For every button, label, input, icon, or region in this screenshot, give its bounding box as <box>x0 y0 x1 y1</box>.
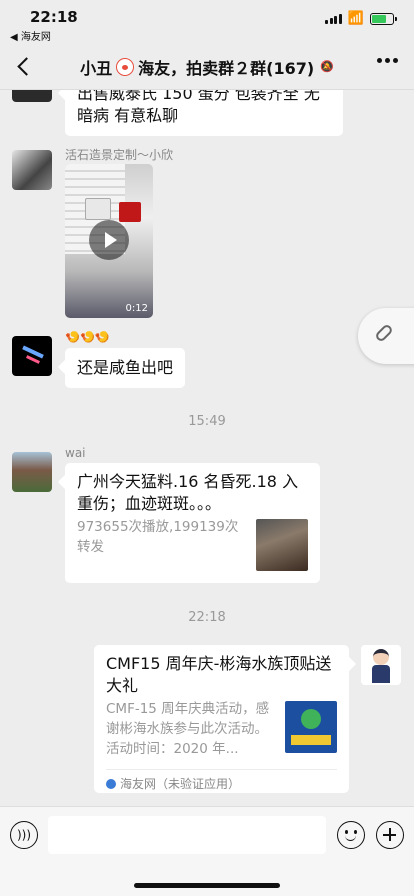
avatar[interactable] <box>12 90 52 102</box>
battery-icon <box>370 12 397 25</box>
status-icons: 📶 <box>325 11 397 26</box>
play-icon[interactable] <box>89 220 129 260</box>
card-thumbnail <box>285 701 337 753</box>
chat-title: 小丑 海友，拍卖群２群(167) 🔕 <box>80 55 334 79</box>
message-bubble[interactable]: 还是咸鱼出吧 <box>65 348 186 388</box>
mute-icon: 🔕 <box>320 60 334 73</box>
card-source-label: 海友网（未验证应用） <box>120 777 241 791</box>
link-card[interactable]: CMF15 周年庆-彬海水族顶贴送大礼 CMF-15 周年庆典活动，感谢彬海水族… <box>94 645 349 793</box>
status-bar: 22:18 ◀ 海友网 📶 <box>0 0 414 44</box>
message-text: 出售威泰氏 150 蛋分 包装齐全 无暗病 有意私聊 <box>77 90 320 125</box>
signal-icon <box>325 13 342 24</box>
video-message[interactable]: 0:12 <box>65 164 153 318</box>
message-text: 还是咸鱼出吧 <box>77 358 174 377</box>
time-separator: 22:18 <box>188 610 226 625</box>
chat-title-suffix: 海友，拍卖群２群(167) <box>138 58 315 78</box>
card-description: CMF-15 周年庆典活动，感谢彬海水族参与此次活动。活动时间：2020 年..… <box>106 701 270 757</box>
plus-icon[interactable] <box>376 821 404 849</box>
avatar[interactable] <box>361 645 401 685</box>
input-bar: ))) <box>0 806 414 896</box>
chat-messages[interactable]: 出售威泰氏 150 蛋分 包装齐全 无暗病 有意私聊 活石造景定制～小欣 0:1… <box>0 90 414 806</box>
link-card[interactable]: 广州今天猛料.16 名昏死.18 入重伤；血迹斑斑。。。 973655次播放,1… <box>65 463 320 583</box>
message-bubble[interactable]: 出售威泰氏 150 蛋分 包装齐全 无暗病 有意私聊 <box>65 90 343 136</box>
link-icon <box>374 323 394 343</box>
sender-name: 活石造景定制～小欣 <box>65 148 174 162</box>
chat-title-prefix: 小丑 <box>80 58 113 78</box>
card-title: CMF15 周年庆-彬海水族顶贴送大礼 <box>106 654 332 695</box>
card-divider <box>106 769 337 770</box>
avatar[interactable] <box>12 150 52 190</box>
avatar[interactable] <box>12 336 52 376</box>
card-description: 973655次播放,199139次转发 <box>77 519 239 555</box>
status-time: 22:18 <box>30 8 78 26</box>
voice-icon[interactable]: ))) <box>10 821 38 849</box>
card-title: 广州今天猛料.16 名昏死.18 入重伤；血迹斑斑。。。 <box>77 472 299 513</box>
wifi-icon: 📶 <box>347 11 364 26</box>
app-icon <box>106 779 116 789</box>
floating-link-button[interactable] <box>358 308 414 364</box>
message-input[interactable] <box>48 816 326 854</box>
emoji-icon[interactable] <box>337 821 365 849</box>
avatar[interactable] <box>12 452 52 492</box>
chat-header: 小丑 海友，拍卖群２群(167) 🔕 <box>0 44 414 90</box>
back-to-app-link[interactable]: ◀ 海友网 <box>10 28 51 43</box>
card-source: 海友网（未验证应用） <box>106 773 240 795</box>
time-separator: 15:49 <box>188 414 226 429</box>
clown-emoji-icon <box>116 57 135 76</box>
back-icon[interactable] <box>12 54 34 78</box>
more-icon[interactable] <box>377 58 398 63</box>
home-indicator <box>134 883 280 888</box>
video-duration: 0:12 <box>125 303 148 314</box>
sender-name: wai <box>65 446 86 460</box>
sender-name: 🍤🍤🍤 <box>65 330 110 344</box>
card-thumbnail <box>256 519 308 571</box>
